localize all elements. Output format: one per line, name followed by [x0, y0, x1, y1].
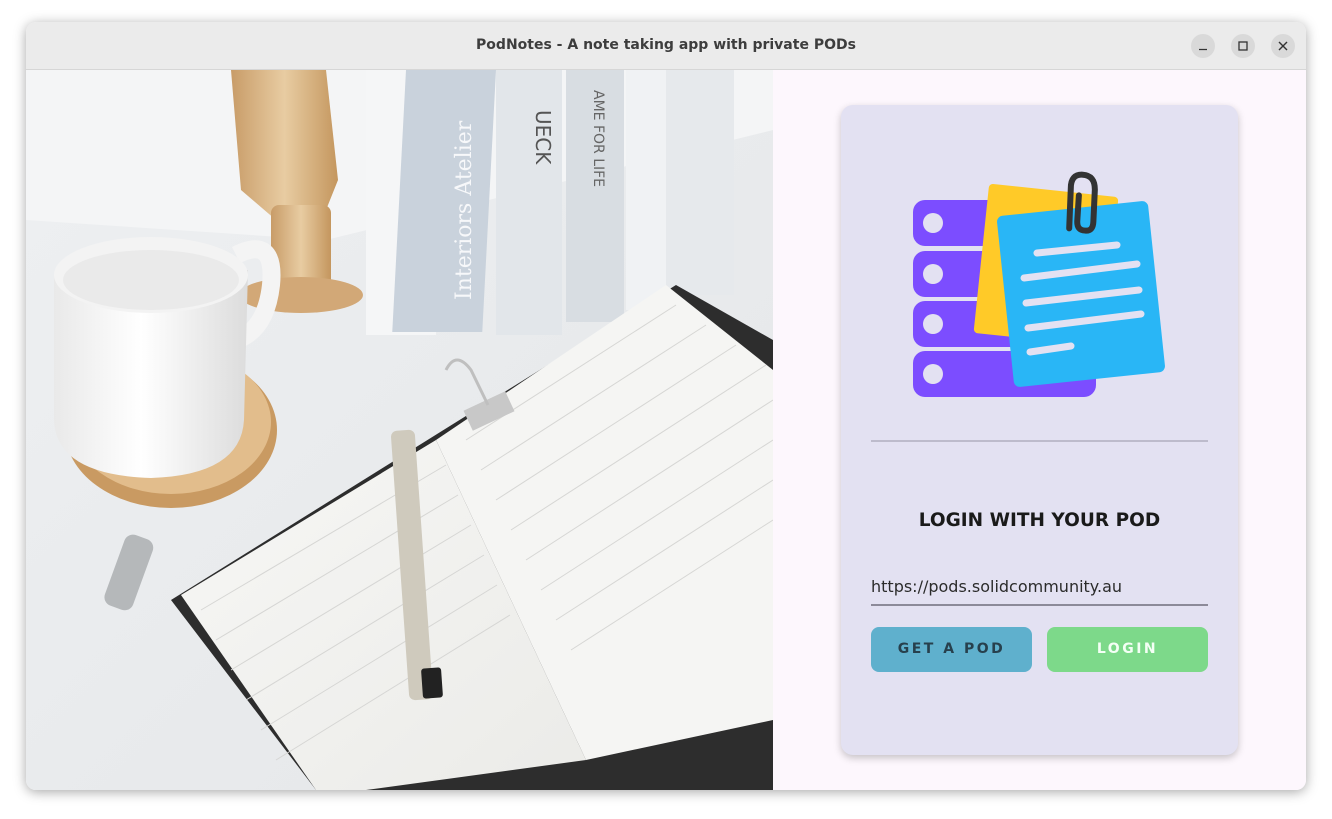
close-button[interactable]	[1271, 34, 1295, 58]
svg-text:AME FOR LIFE: AME FOR LIFE	[590, 90, 606, 187]
login-card: LOGIN WITH YOUR POD GET A POD LOGIN	[841, 105, 1238, 755]
window-title: PodNotes - A note taking app with privat…	[476, 37, 856, 53]
svg-text:Interiors Atelier: Interiors Atelier	[452, 120, 477, 300]
get-a-pod-button[interactable]: GET A POD	[871, 627, 1032, 672]
login-button[interactable]: LOGIN	[1047, 627, 1208, 672]
hero-photo: Interiors Atelier UECK AME FOR LIFE	[26, 70, 773, 790]
app-window: PodNotes - A note taking app with privat…	[26, 22, 1306, 790]
login-panel: LOGIN WITH YOUR POD GET A POD LOGIN	[773, 70, 1306, 790]
divider	[871, 440, 1208, 442]
maximize-icon	[1238, 41, 1248, 51]
pod-notes-logo	[913, 171, 1165, 397]
close-icon	[1278, 41, 1288, 51]
title-bar[interactable]: PodNotes - A note taking app with privat…	[26, 22, 1306, 70]
minimize-icon	[1199, 48, 1207, 51]
svg-text:UECK: UECK	[531, 110, 555, 165]
maximize-button[interactable]	[1231, 34, 1255, 58]
login-heading: LOGIN WITH YOUR POD	[918, 510, 1161, 531]
server-url-input[interactable]	[871, 568, 1208, 606]
desk-notebook-photo: Interiors Atelier UECK AME FOR LIFE	[26, 70, 773, 790]
minimize-button[interactable]	[1191, 34, 1215, 58]
